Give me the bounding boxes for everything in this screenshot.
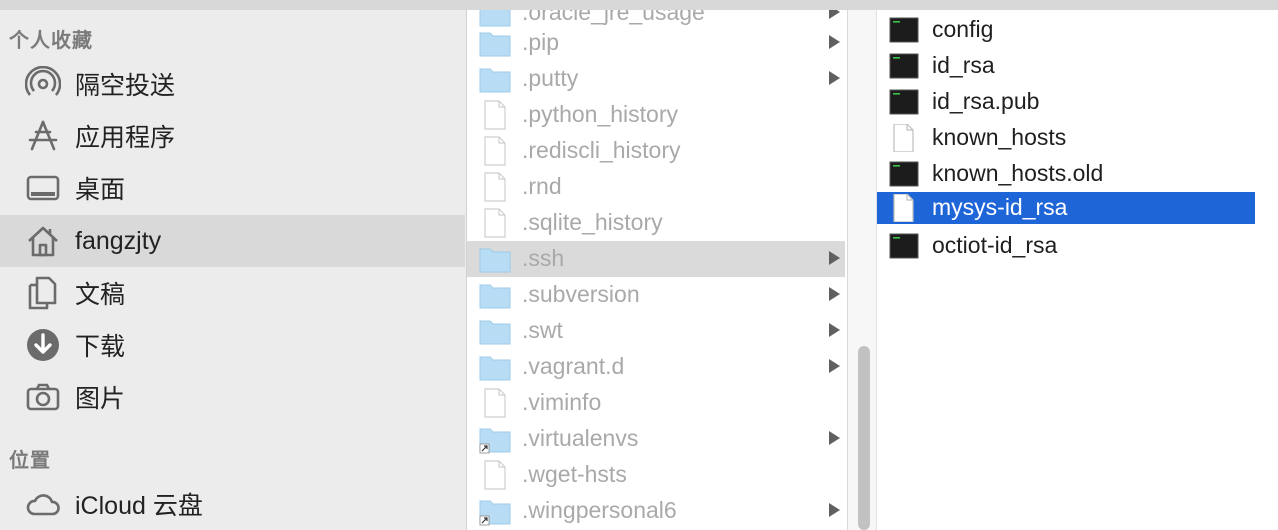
scrollbar-thumb[interactable]	[858, 346, 870, 530]
list-item[interactable]: known_hosts	[877, 122, 1255, 154]
list-item[interactable]: .swt	[467, 313, 845, 349]
list-item[interactable]: .sqlite_history	[467, 205, 845, 241]
locations-header: 位置	[9, 450, 51, 472]
list-item[interactable]: id_rsa	[877, 50, 1255, 82]
list-item[interactable]: .putty	[467, 61, 845, 97]
folder-icon	[479, 284, 511, 309]
cloud-icon	[24, 485, 62, 523]
chevron-right-icon	[829, 503, 840, 517]
sidebar: 个人收藏 隔空投送 应用程序 桌面 fangzjty 文稿 下载 图片 位置 i…	[0, 10, 467, 530]
terminal-exec-icon	[889, 161, 919, 187]
list-item[interactable]: .wingpersonal6	[467, 493, 845, 529]
sidebar-item-label: 应用程序	[75, 124, 176, 152]
chevron-right-icon	[829, 323, 840, 337]
documents-icon	[24, 274, 62, 312]
document-icon	[893, 124, 914, 152]
chevron-right-icon	[829, 71, 840, 85]
terminal-exec-icon	[889, 17, 919, 43]
folder-icon	[479, 32, 511, 57]
home-icon	[24, 222, 62, 260]
document-icon	[484, 172, 506, 202]
desktop-icon	[24, 169, 62, 207]
list-item[interactable]: .rnd	[467, 169, 845, 205]
column-ssh-folder: config id_rsa id_rsa.pub known_hosts kno…	[877, 10, 1278, 530]
list-item[interactable]: .virtualenvs	[467, 421, 845, 457]
document-icon	[484, 136, 506, 166]
document-icon	[484, 100, 506, 130]
terminal-exec-icon	[889, 233, 919, 259]
airdrop-icon	[24, 65, 62, 103]
document-icon	[484, 208, 506, 238]
chevron-right-icon	[829, 10, 840, 19]
sidebar-item-documents[interactable]: 文稿	[0, 267, 465, 319]
list-item[interactable]: .python_history	[467, 97, 845, 133]
sidebar-item-pictures[interactable]: 图片	[0, 371, 465, 423]
sidebar-item-label: 隔空投送	[75, 72, 176, 100]
document-icon	[484, 388, 506, 418]
folder-icon	[479, 320, 511, 345]
list-item[interactable]: .pip	[467, 25, 845, 61]
sidebar-item-desktop[interactable]: 桌面	[0, 162, 465, 214]
sidebar-item-label: 文稿	[75, 281, 126, 309]
list-item[interactable]: known_hosts.old	[877, 158, 1255, 190]
folder-icon	[479, 356, 511, 381]
list-item[interactable]: .wget-hsts	[467, 457, 845, 493]
sidebar-item-label: 图片	[75, 385, 126, 413]
applications-icon	[24, 117, 62, 155]
list-item[interactable]: config	[877, 14, 1255, 46]
list-item[interactable]: .subversion	[467, 277, 845, 313]
chevron-right-icon	[829, 359, 840, 373]
sidebar-item-label: iCloud 云盘	[75, 492, 203, 520]
chevron-right-icon	[829, 251, 840, 265]
terminal-exec-icon	[889, 89, 919, 115]
column-home-folder: .oracle_jre_usage .pip .putty .python_hi…	[467, 10, 848, 530]
sidebar-item-applications[interactable]: 应用程序	[0, 110, 465, 162]
chevron-right-icon	[829, 431, 840, 445]
list-item[interactable]: id_rsa.pub	[877, 86, 1255, 118]
favorites-header: 个人收藏	[9, 30, 93, 52]
sidebar-item-label: 桌面	[75, 176, 126, 204]
list-item-selected[interactable]: .ssh	[467, 241, 845, 277]
downloads-icon	[24, 326, 62, 364]
sidebar-item-label: 下载	[75, 333, 126, 361]
camera-icon	[24, 378, 62, 416]
sidebar-item-downloads[interactable]: 下载	[0, 319, 465, 371]
sidebar-item-icloud[interactable]: iCloud 云盘	[0, 478, 465, 530]
alias-folder-icon	[479, 500, 511, 526]
folder-icon	[479, 68, 511, 93]
list-item[interactable]: .viminfo	[467, 385, 845, 421]
chevron-right-icon	[829, 35, 840, 49]
sidebar-item-label: fangzjty	[75, 226, 162, 255]
list-item[interactable]: .rediscli_history	[467, 133, 845, 169]
chevron-right-icon	[829, 287, 840, 301]
sidebar-item-home[interactable]: fangzjty	[0, 215, 465, 267]
sidebar-item-airdrop[interactable]: 隔空投送	[0, 58, 465, 110]
folder-icon	[479, 248, 511, 273]
list-item[interactable]: .vagrant.d	[467, 349, 845, 385]
list-item[interactable]: octiot-id_rsa	[877, 230, 1255, 262]
terminal-exec-icon	[889, 53, 919, 79]
document-icon	[893, 194, 914, 222]
document-icon	[484, 460, 506, 490]
alias-folder-icon	[479, 428, 511, 454]
list-item-selected[interactable]: mysys-id_rsa	[877, 192, 1255, 224]
